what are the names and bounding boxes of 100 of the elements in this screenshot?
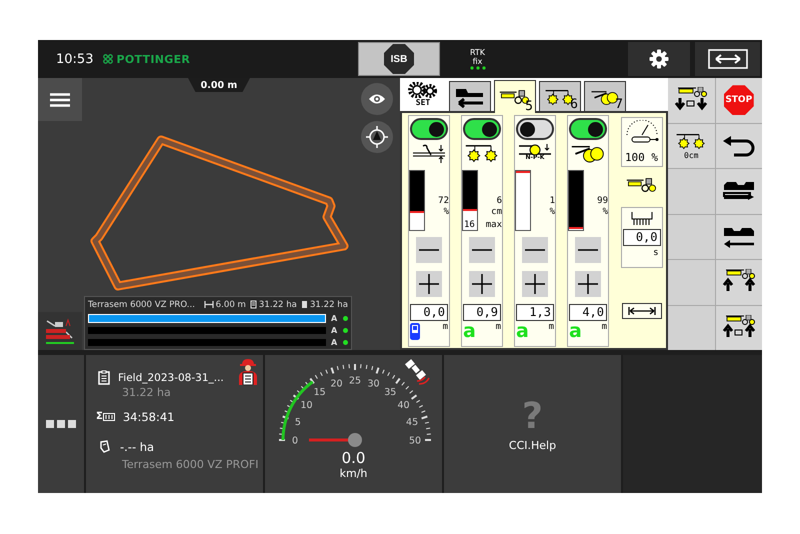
- plus-button[interactable]: [575, 271, 601, 297]
- section-control-button[interactable]: [38, 312, 82, 350]
- tab[interactable]: [449, 81, 491, 111]
- coulter-icon: [675, 132, 708, 150]
- distance-readout: 0.00 m: [188, 78, 250, 92]
- settings-icon: [649, 49, 669, 69]
- delay-field[interactable]: 0,0: [622, 229, 660, 246]
- working-width-icon: [204, 301, 214, 308]
- plus-icon: [472, 274, 492, 294]
- value-unit: m: [548, 323, 554, 332]
- minus-button[interactable]: [522, 237, 548, 263]
- field-name: Field_2023-08-31_...: [118, 372, 224, 384]
- status-dot-icon: [343, 316, 348, 320]
- worked-area: -.-- ha: [120, 440, 154, 454]
- tab[interactable]: 7: [584, 81, 626, 111]
- toggle-switch[interactable]: [569, 118, 607, 140]
- counter-icon: [102, 412, 115, 420]
- minus-button[interactable]: [416, 237, 442, 263]
- minus-icon: [578, 249, 598, 251]
- implement-sections-icon: [44, 318, 76, 344]
- apps-button[interactable]: [38, 355, 84, 493]
- plus-icon: [525, 274, 545, 294]
- gauge-label: 45: [406, 417, 418, 428]
- settings-button[interactable]: [628, 42, 690, 76]
- level-reading: 6: [496, 196, 502, 207]
- gauge-label: 25: [348, 376, 362, 386]
- gauge-label: 20: [330, 378, 343, 390]
- value-unit: m: [496, 323, 501, 332]
- minus-icon: [472, 249, 492, 251]
- scale-note: max: [486, 220, 502, 231]
- gauge-label: 35: [384, 387, 396, 398]
- status-dot-icon: [343, 328, 348, 332]
- plus-icon: [578, 274, 598, 294]
- value-field[interactable]: 0,0: [410, 304, 448, 321]
- toggle-switch[interactable]: [463, 118, 501, 140]
- view-button[interactable]: [361, 83, 393, 115]
- softkey[interactable]: [716, 124, 762, 168]
- rtk-status: fix: [472, 57, 482, 66]
- softkey[interactable]: [716, 306, 762, 350]
- brand-name: POTTINGER: [116, 52, 190, 66]
- softkey[interactable]: [716, 260, 762, 304]
- minus-button[interactable]: [469, 237, 495, 263]
- toggle-switch[interactable]: [410, 118, 448, 140]
- softkey[interactable]: [716, 169, 762, 214]
- delay-unit: s: [653, 249, 658, 258]
- area-icon: [250, 300, 257, 309]
- reading-unit: %: [444, 207, 449, 218]
- gauge-label: 10: [300, 400, 313, 412]
- rtk-label: RTK: [470, 48, 486, 57]
- reading-unit: %: [602, 207, 608, 218]
- working-width: 6.00 m: [216, 300, 246, 310]
- gauge-label: 30: [367, 378, 380, 390]
- field-area: 31.22 ha: [122, 386, 263, 402]
- minus-button[interactable]: [575, 237, 601, 263]
- swap-screens-button[interactable]: [695, 42, 760, 76]
- working-width-button[interactable]: [622, 303, 662, 319]
- compass-button[interactable]: [361, 121, 393, 153]
- implement-name: Terrasem 6000 VZ PRO...: [88, 300, 196, 310]
- menu-button[interactable]: [38, 78, 82, 121]
- section-mode: A: [331, 338, 338, 346]
- eye-icon: [368, 93, 386, 105]
- gauge-label: 5: [294, 417, 301, 428]
- softkey[interactable]: [716, 214, 762, 259]
- value-field[interactable]: 1,3: [516, 304, 554, 321]
- harrow-icon: [411, 143, 447, 163]
- seed-drill-icon: [624, 177, 658, 193]
- toggle-switch[interactable]: [516, 118, 554, 140]
- compass-icon: [366, 126, 388, 148]
- gauge-label: 40: [397, 400, 410, 412]
- plus-button[interactable]: [469, 271, 495, 297]
- back-icon: [722, 134, 756, 157]
- satellite-icon: [405, 359, 430, 385]
- operator-icon: [237, 359, 259, 385]
- worked-area: 31.22 ha: [310, 300, 348, 310]
- auto-mode-label: a: [463, 323, 476, 340]
- auto-mode-label: a: [516, 323, 529, 340]
- plus-button[interactable]: [522, 271, 548, 297]
- section-mode: A: [331, 314, 338, 322]
- press-wheel-icon: [570, 143, 606, 163]
- total-area: 31.22 ha: [258, 300, 297, 310]
- area-counter-icon: [98, 440, 110, 453]
- value-field[interactable]: 4,0: [569, 304, 607, 321]
- plus-button[interactable]: [416, 271, 442, 297]
- isb-button[interactable]: ISB: [358, 42, 440, 76]
- coulter-icon: [464, 143, 500, 163]
- stop-button[interactable]: STOP: [716, 78, 762, 122]
- section-mode: A: [331, 326, 338, 334]
- scale-label: 16: [464, 220, 475, 230]
- reading-unit: cm: [491, 207, 502, 218]
- pressure-reading: 100 %: [624, 152, 658, 164]
- value-field[interactable]: 0,9: [463, 304, 501, 321]
- tab[interactable]: 5: [494, 80, 536, 113]
- gears-icon: [408, 82, 438, 98]
- plus-icon: [419, 274, 439, 294]
- help-tile[interactable]: ? CCI.Help: [444, 355, 621, 493]
- softkey[interactable]: 0cm: [668, 124, 714, 168]
- signal-dots-icon: [470, 66, 486, 70]
- gauge-label: 0: [292, 436, 298, 446]
- softkey[interactable]: [668, 78, 714, 122]
- speed-value: 0.0: [342, 449, 366, 467]
